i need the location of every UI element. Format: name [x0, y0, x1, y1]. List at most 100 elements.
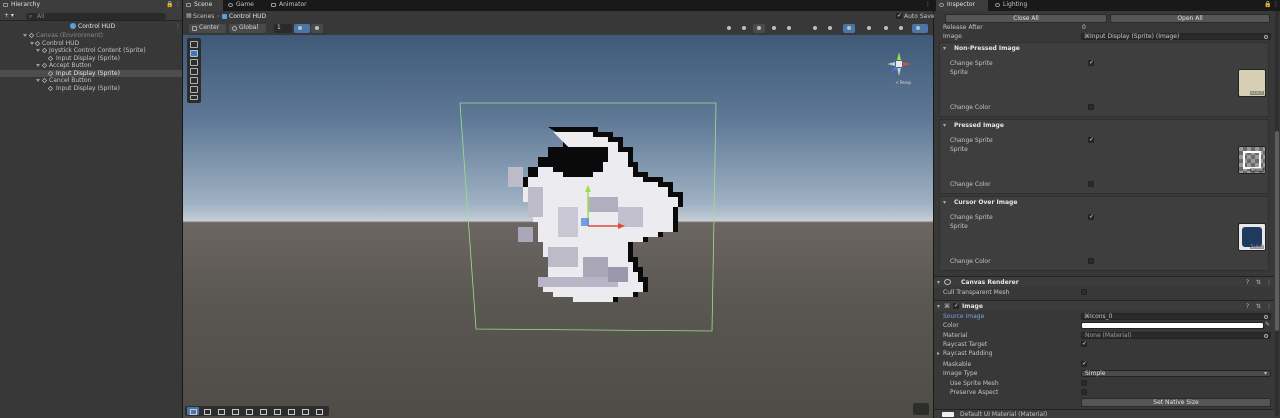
sprite-preview[interactable]: Select — [1238, 146, 1266, 174]
tools-button[interactable] — [824, 24, 836, 33]
change-color-checkbox[interactable] — [1088, 258, 1094, 264]
visibility-button[interactable] — [863, 24, 875, 33]
lock-icon[interactable]: 🔒 — [166, 2, 173, 8]
tab-scene[interactable]: Scene — [183, 0, 223, 11]
inspector-scrollbar[interactable] — [1275, 11, 1279, 416]
tab-lighting[interactable]: Lighting — [992, 0, 1042, 11]
material-field[interactable]: None (Material) — [1081, 332, 1271, 339]
change-sprite-checkbox[interactable] — [1088, 137, 1094, 143]
preset-icon[interactable]: ⇅ — [1256, 304, 1261, 310]
chevron-down-icon[interactable] — [36, 49, 40, 52]
auto-save-checkbox[interactable] — [896, 13, 902, 19]
object-picker-icon[interactable] — [1264, 35, 1268, 39]
list-item[interactable]: Cancel Button — [0, 77, 182, 84]
tab-animator[interactable]: Animator — [268, 0, 318, 11]
gizmo-button[interactable] — [843, 24, 855, 33]
tab-game[interactable]: Game — [225, 0, 265, 11]
list-item[interactable]: Input Display (Sprite) — [0, 85, 182, 92]
open-all-button[interactable]: Open All — [1110, 14, 1270, 23]
zoom-icon[interactable] — [257, 407, 269, 415]
preset-icon[interactable]: ⇅ — [1256, 280, 1261, 286]
ruler-icon[interactable] — [201, 407, 213, 415]
image-object-field[interactable]: ⌘ Input Display (Sprite) (Image) — [1081, 33, 1271, 40]
draw-mode-button[interactable] — [723, 24, 735, 33]
release-after-field[interactable]: 0 — [1082, 25, 1086, 31]
lighting-button[interactable] — [753, 24, 765, 33]
breadcrumb-current[interactable]: Control HUD — [229, 14, 266, 20]
list-item[interactable]: Input Display (Sprite) — [0, 55, 182, 62]
hand-tool-icon[interactable] — [190, 41, 198, 48]
grid-snap-icon[interactable] — [299, 407, 311, 415]
transform-tool-icon[interactable] — [190, 86, 198, 93]
tab-inspector[interactable]: Inspector — [936, 0, 988, 11]
chevron-down-icon[interactable]: ▾ — [943, 200, 946, 206]
help-icon[interactable]: ? — [1246, 304, 1249, 310]
rotate-tool-icon[interactable] — [190, 59, 198, 66]
effects-button[interactable] — [783, 24, 795, 33]
change-color-checkbox[interactable] — [1088, 181, 1094, 187]
more-icon[interactable]: ⋮ — [175, 24, 181, 30]
camera-button[interactable] — [880, 24, 892, 33]
pivot-dropdown[interactable]: Center — [189, 24, 226, 33]
persp-label[interactable]: < Persp — [895, 81, 911, 85]
add-menu-button[interactable]: + ▾ — [4, 13, 14, 19]
preserve-aspect-checkbox[interactable] — [1081, 389, 1087, 395]
select-button[interactable]: Select — [1249, 245, 1264, 249]
raycast-target-checkbox[interactable] — [1081, 341, 1087, 347]
more-icon[interactable]: ⋮ — [175, 2, 181, 8]
gizmos-dropdown[interactable] — [912, 24, 928, 33]
scale-tool-icon[interactable] — [190, 68, 198, 75]
source-image-field[interactable]: ⌘ Icons_0 — [1081, 313, 1271, 320]
change-sprite-checkbox[interactable] — [1088, 214, 1094, 220]
canvas-renderer-header[interactable]: ▾ Canvas Renderer ? ⇅ ⋮ — [934, 276, 1274, 287]
chevron-right-icon[interactable]: ▸ — [937, 351, 940, 357]
chevron-down-icon[interactable] — [30, 42, 34, 45]
snap-icon[interactable] — [285, 407, 297, 415]
color-field[interactable] — [1081, 322, 1264, 329]
2d-button[interactable] — [738, 24, 750, 33]
chevron-down-icon[interactable]: ▾ — [943, 123, 946, 129]
chevron-down-icon[interactable] — [36, 64, 40, 67]
image-enabled-checkbox[interactable] — [953, 303, 959, 309]
chevron-down-icon[interactable] — [36, 79, 40, 82]
custom-tool-icon[interactable] — [190, 95, 198, 100]
object-picker-icon[interactable] — [1264, 334, 1268, 338]
move-gizmo[interactable] — [568, 180, 628, 240]
scene-viewport[interactable]: < Persp — [183, 35, 933, 418]
move-tool-icon[interactable] — [190, 50, 198, 57]
sprite-preview[interactable]: Select — [1238, 223, 1266, 251]
tab-hierarchy[interactable]: Hierarchy — [0, 0, 182, 11]
grid-icon[interactable] — [215, 407, 227, 415]
move-icon[interactable] — [187, 407, 199, 415]
list-item[interactable]: Accept Button — [0, 62, 182, 69]
search-input[interactable]: ⌕ All — [26, 13, 166, 20]
chevron-down-icon[interactable]: ▾ — [937, 280, 940, 286]
breadcrumb-scenes[interactable]: Scenes — [193, 14, 214, 20]
settings-icon[interactable] — [313, 407, 325, 415]
eyedropper-icon[interactable]: ✎ — [1265, 322, 1270, 328]
close-all-button[interactable]: Close All — [945, 14, 1107, 23]
rect-tool-icon[interactable] — [190, 77, 198, 84]
more-icon[interactable]: ⋮ — [1266, 280, 1272, 286]
grid-toggle-button[interactable] — [294, 24, 310, 33]
list-item[interactable]: Joystick Control Content (Sprite) — [0, 47, 182, 54]
layers-button[interactable] — [895, 24, 907, 33]
select-button[interactable]: Select — [1249, 168, 1264, 172]
scene-root-row[interactable]: Control HUD ⋮ — [0, 22, 182, 31]
sphere-icon[interactable] — [243, 407, 255, 415]
lock-icon[interactable]: 🔒 — [1264, 2, 1271, 8]
space-dropdown[interactable]: Global — [229, 24, 266, 33]
set-native-size-button[interactable]: Set Native Size — [1081, 398, 1271, 407]
chevron-down-icon[interactable] — [23, 34, 27, 37]
align-icon[interactable] — [271, 407, 283, 415]
sprite-preview[interactable]: Select — [1238, 69, 1266, 97]
hidden-objects-button[interactable] — [809, 24, 821, 33]
grid-snap-input[interactable]: 1 — [274, 24, 292, 33]
more-icon[interactable]: ⋮ — [1266, 304, 1272, 310]
chevron-down-icon[interactable]: ▾ — [943, 46, 946, 52]
image-component-header[interactable]: ▾ ⌘ Image ? ⇅ ⋮ — [934, 300, 1274, 311]
change-color-checkbox[interactable] — [1088, 104, 1094, 110]
list-item[interactable]: Canvas (Environment) — [0, 32, 182, 39]
chevron-down-icon[interactable]: ▾ — [937, 304, 940, 310]
help-icon[interactable]: ? — [1246, 280, 1249, 286]
